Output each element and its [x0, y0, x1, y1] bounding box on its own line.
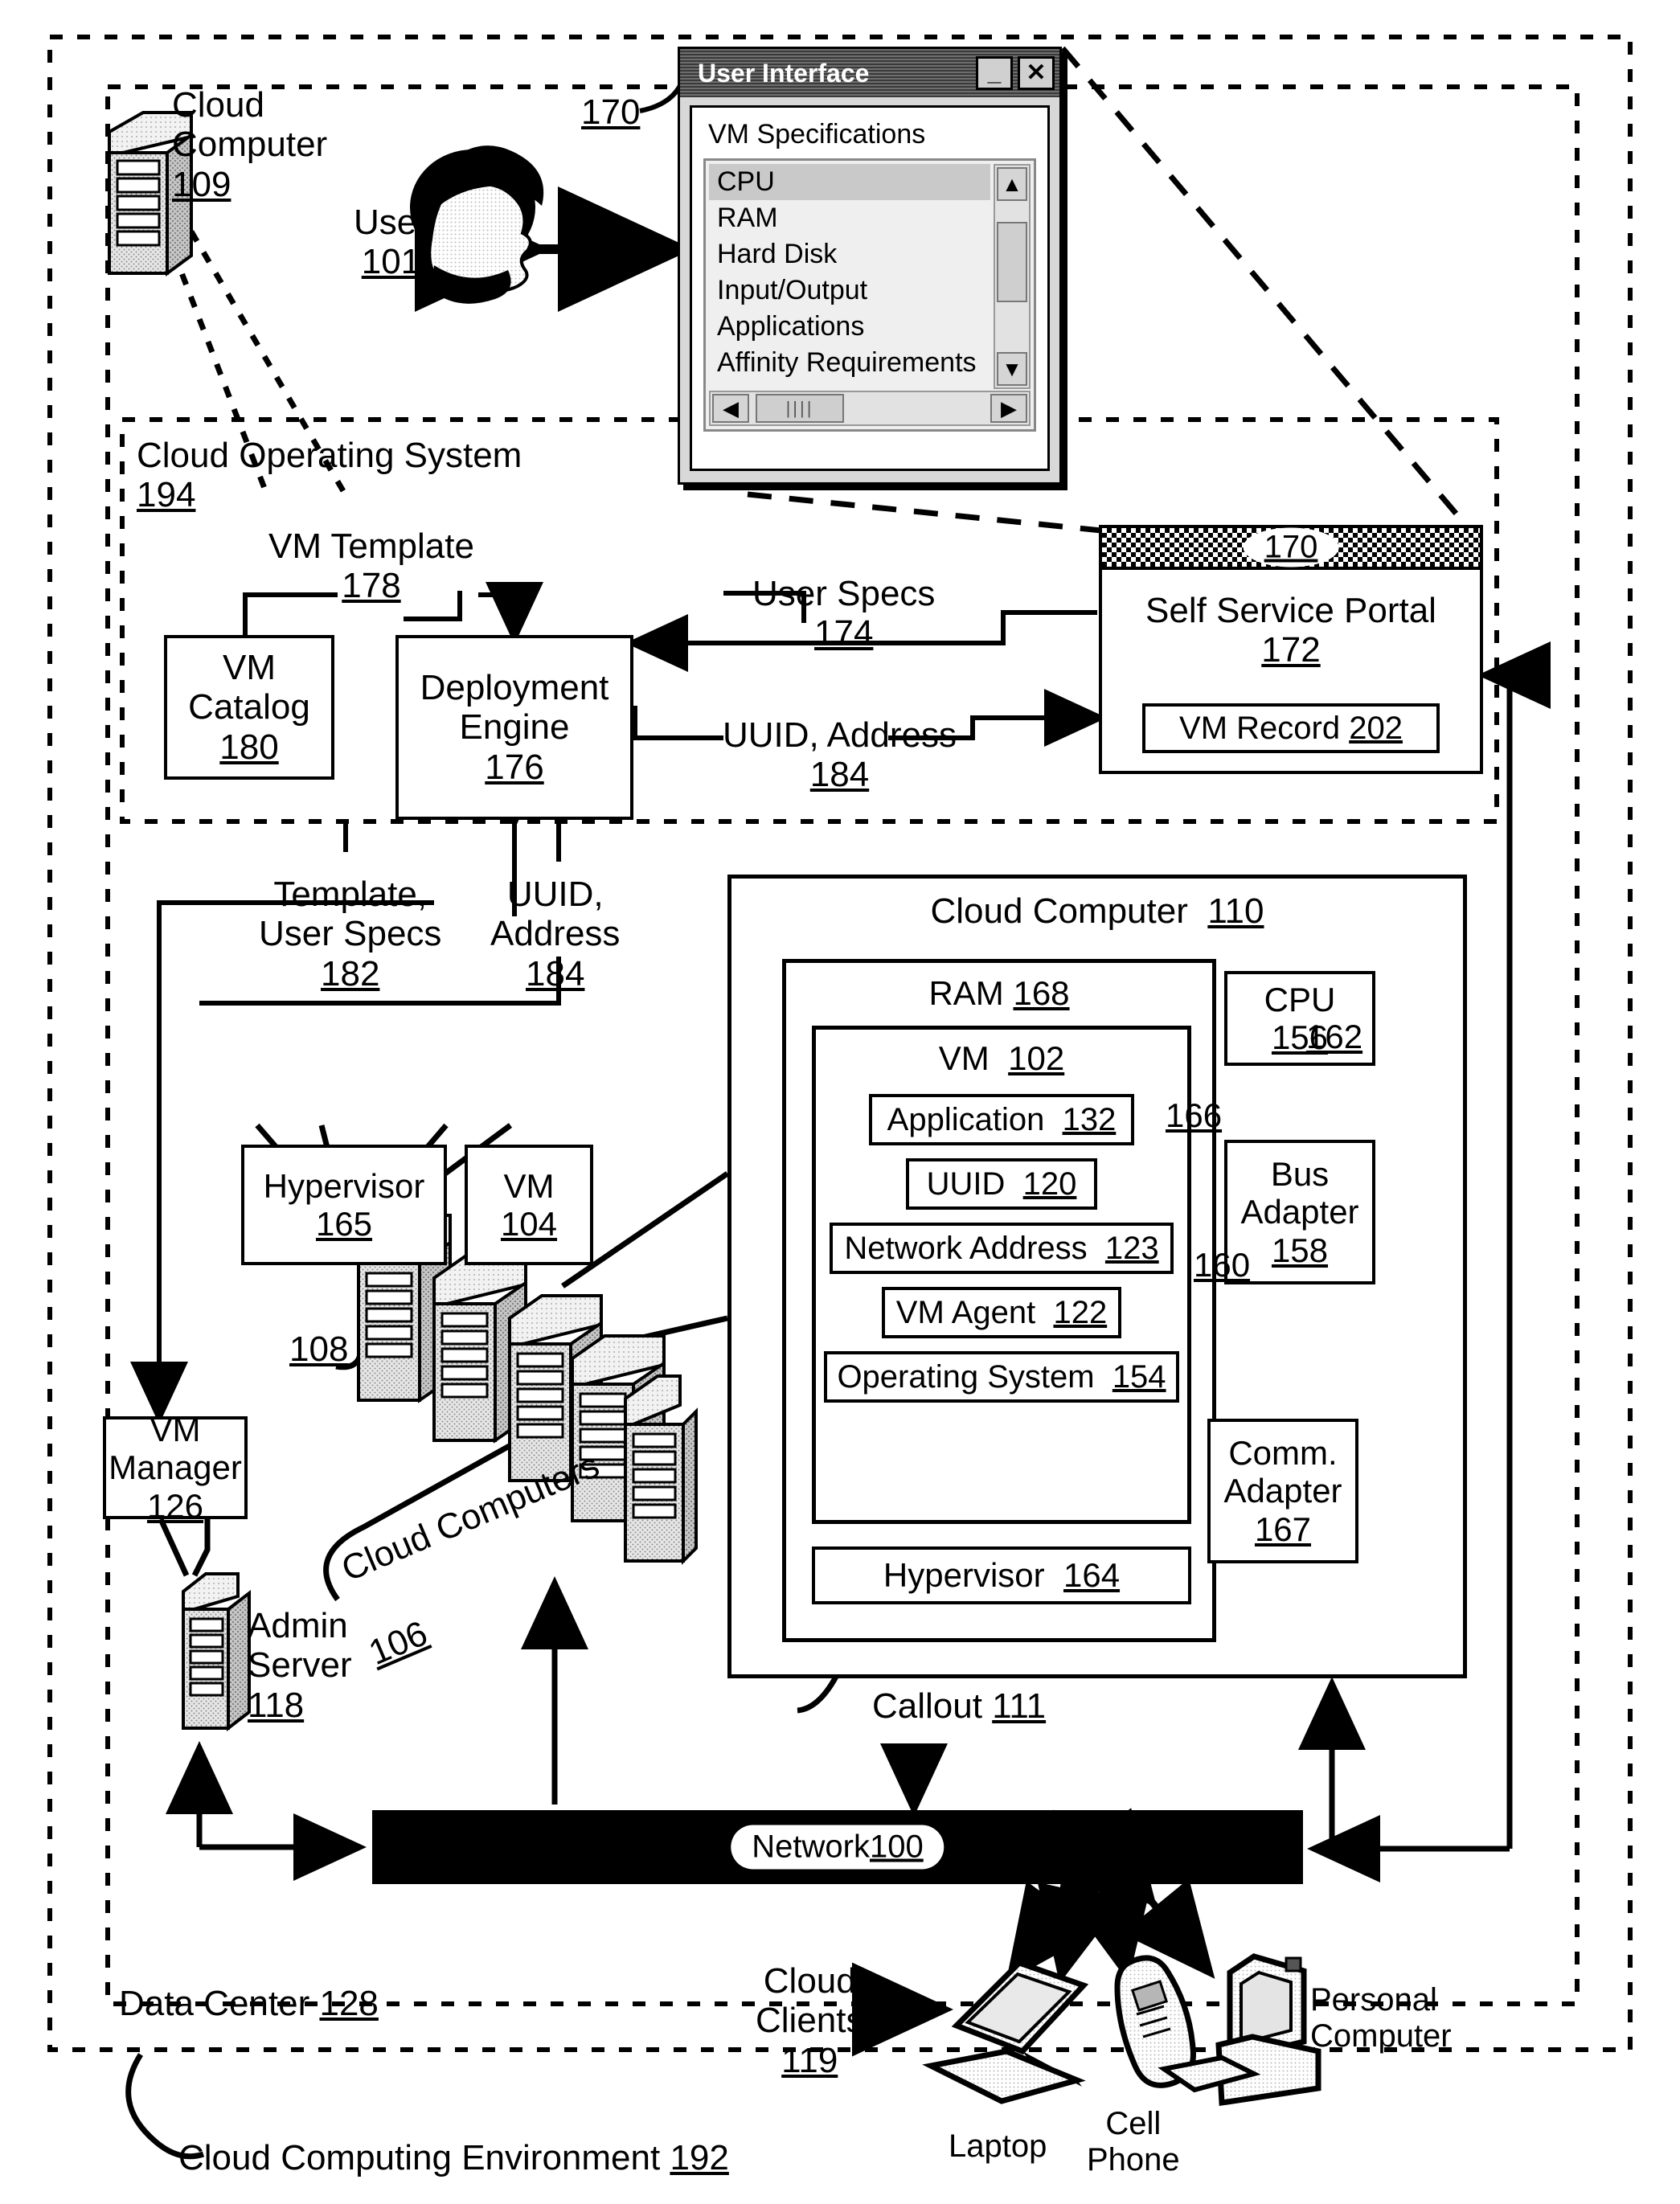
scroll-up-icon[interactable]: ▲ — [997, 167, 1027, 201]
self-service-portal-box[interactable]: 170 Self Service Portal 172 VM Record 20… — [1099, 525, 1483, 774]
ram-168-box[interactable]: RAM 168 VM 102 Application 132 UUID 120 … — [782, 959, 1216, 1642]
vertical-scrollbar-thumb[interactable] — [997, 222, 1027, 302]
user-101-icon — [410, 145, 544, 304]
cell-phone-icon — [1114, 1955, 1196, 2088]
comm-adapter-167-box[interactable]: Comm. Adapter 167 — [1207, 1419, 1358, 1563]
application-132-box[interactable]: Application 132 — [869, 1094, 1134, 1145]
operating-system-154-box[interactable]: Operating System 154 — [824, 1351, 1179, 1403]
cloud-computing-environment-label: Cloud Computing Environment 192 — [178, 2138, 729, 2177]
network-address-123-box[interactable]: Network Address 123 — [830, 1223, 1174, 1274]
list-item[interactable]: Applications — [709, 309, 990, 345]
horizontal-scrollbar-thumb[interactable]: |||| — [756, 394, 844, 423]
list-item[interactable]: RAM — [709, 200, 990, 236]
template-user-specs-label: Template, User Specs 182 — [259, 875, 442, 993]
window-body: VM Specifications CPU RAM Hard Disk Inpu… — [690, 105, 1050, 471]
uuid-120-box[interactable]: UUID 120 — [906, 1158, 1097, 1210]
cloud-computer-109-label: Cloud Computer 109 — [172, 85, 328, 204]
user-specs-label: User Specs 174 — [752, 574, 936, 653]
listbox-items: CPU RAM Hard Disk Input/Output Applicati… — [709, 164, 990, 389]
vm-specifications-label: VM Specifications — [708, 119, 926, 150]
window-title: User Interface — [698, 58, 870, 88]
list-item[interactable]: Hard Disk — [709, 236, 990, 272]
vm-template-label: VM Template 178 — [268, 526, 474, 606]
vm-agent-122-box[interactable]: VM Agent 122 — [882, 1287, 1121, 1338]
bus-ref-162: 162 — [1306, 1018, 1363, 1055]
close-icon[interactable]: ✕ — [1018, 56, 1055, 90]
user-101-label: User 101 — [354, 203, 428, 282]
cloud-computer-110-box[interactable]: Cloud Computer 110 RAM 168 VM 102 Applic… — [727, 875, 1467, 1678]
vm-specifications-listbox[interactable]: CPU RAM Hard Disk Input/Output Applicati… — [703, 158, 1036, 432]
hypervisor-164-box[interactable]: Hypervisor 164 — [812, 1546, 1191, 1604]
window-titlebar: User Interface _ ✕ — [680, 49, 1059, 97]
uuid-address-label: UUID, Address 184 — [723, 715, 957, 795]
horizontal-scrollbar[interactable]: ◀ |||| ▶ — [709, 391, 1031, 426]
vm-catalog-box[interactable]: VM Catalog 180 — [164, 635, 334, 780]
vm-manager-box[interactable]: VM Manager 126 — [103, 1411, 248, 1525]
network-100-label: Network100 — [731, 1825, 944, 1870]
dialog-ref-170: 170 — [581, 92, 641, 132]
patent-figure: User Interface _ ✕ VM Specifications CPU… — [0, 0, 1680, 2204]
minimize-button[interactable]: _ — [976, 56, 1013, 90]
personal-computer-icon — [1158, 1953, 1321, 2107]
portal-title: Self Service Portal 172 — [1145, 591, 1436, 670]
stack-ref-108: 108 — [289, 1329, 349, 1369]
vm-record-box[interactable]: VM Record 202 — [1142, 703, 1440, 753]
scroll-right-icon[interactable]: ▶ — [990, 394, 1027, 423]
cloud-computers-ref: 106 — [363, 1613, 433, 1673]
admin-server-label: Admin Server 118 — [248, 1606, 352, 1725]
list-item[interactable]: Affinity Requirements — [709, 345, 990, 381]
personal-computer-label: Personal Computer — [1310, 1982, 1452, 2054]
admin-server-118-icon — [182, 1572, 251, 1732]
callout-111-label: Callout 111 — [872, 1686, 1047, 1726]
cloud-clients-label: Cloud Clients 119 — [756, 1961, 864, 2080]
uuid-address-flow-label: UUID, Address 184 — [490, 875, 621, 993]
list-item[interactable]: CPU — [709, 164, 990, 200]
ram-168-label: RAM 168 — [928, 974, 1070, 1012]
network-100-bar: Network100 — [372, 1810, 1303, 1884]
scroll-left-icon[interactable]: ◀ — [712, 394, 749, 423]
bus-ref-166: 166 — [1166, 1096, 1223, 1134]
vm-102-box[interactable]: VM 102 Application 132 UUID 120 Network … — [812, 1026, 1191, 1524]
laptop-icon — [922, 1959, 1089, 2104]
cell-phone-label: Cell Phone — [1087, 2106, 1180, 2177]
data-center-label: Data Center 128 — [119, 1984, 379, 2023]
user-interface-window[interactable]: User Interface _ ✕ VM Specifications CPU… — [678, 47, 1062, 485]
cloud-computer-110-title: Cloud Computer 110 — [930, 891, 1264, 931]
scroll-down-icon[interactable]: ▼ — [997, 352, 1027, 386]
list-item[interactable]: Input/Output — [709, 272, 990, 309]
cloud-operating-system-label: Cloud Operating System 194 — [137, 436, 522, 515]
vertical-scrollbar[interactable]: ▲ ▼ — [994, 164, 1031, 389]
deployment-engine-box[interactable]: Deployment Engine 176 — [395, 635, 633, 820]
bus-ref-160: 160 — [1194, 1246, 1251, 1284]
laptop-label: Laptop — [949, 2128, 1047, 2164]
cloud-computers-label: Cloud Computers — [336, 1445, 605, 1590]
portal-titlebar: 170 — [1102, 527, 1480, 570]
portal-ref-170: 170 — [1243, 527, 1339, 567]
hypervisor-165-box[interactable]: Hypervisor 165 — [241, 1145, 447, 1265]
vm-104-box[interactable]: VM 104 — [465, 1145, 593, 1265]
vm-102-label: VM 102 — [938, 1039, 1065, 1077]
